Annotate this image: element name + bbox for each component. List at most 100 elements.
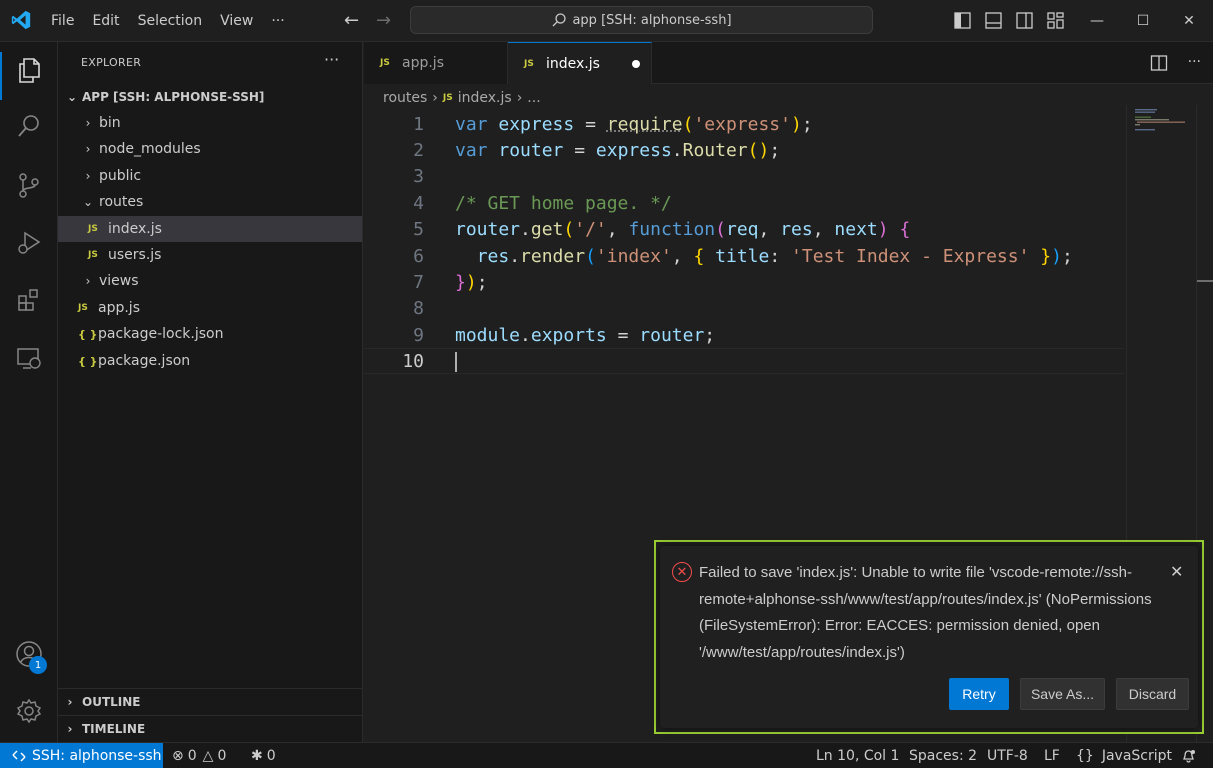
tree-item-label: views — [99, 273, 139, 289]
discard-button[interactable]: Discard — [1116, 678, 1189, 710]
retry-button[interactable]: Retry — [949, 678, 1009, 710]
tree-item-bin[interactable]: › bin — [58, 110, 362, 136]
timeline-section[interactable]: › TIMELINE — [58, 715, 362, 741]
language-mode[interactable]: {} JavaScript — [1076, 743, 1172, 768]
tree-item-views[interactable]: › views — [58, 268, 362, 294]
extensions-icon[interactable] — [13, 284, 45, 316]
toggle-secondary-sidebar-icon[interactable] — [1015, 11, 1034, 30]
more-actions-icon[interactable]: ··· — [1188, 54, 1201, 72]
command-center-search[interactable]: app [SSH: alphonse-ssh] — [410, 6, 873, 34]
activity-bar: 1 — [0, 42, 58, 742]
breadcrumb-folder[interactable]: routes — [383, 90, 427, 106]
outline-label: OUTLINE — [82, 694, 141, 709]
tree-item-package-json[interactable]: { } package.json — [58, 348, 362, 374]
breadcrumb-file[interactable]: index.js — [458, 90, 512, 106]
encoding[interactable]: UTF-8 — [987, 743, 1028, 768]
unsaved-dot-icon[interactable] — [631, 59, 640, 68]
tab-index-js[interactable]: JS index.js — [508, 42, 652, 84]
search-view-icon[interactable] — [13, 110, 45, 142]
code-text: var router = express.Router(); — [455, 139, 781, 161]
menu-view[interactable]: View — [211, 0, 262, 42]
remote-indicator[interactable]: SSH: alphonse-ssh — [0, 743, 163, 768]
toggle-primary-sidebar-icon[interactable] — [953, 11, 972, 30]
tree-item-routes[interactable]: ⌄ routes — [58, 189, 362, 215]
minimize-icon[interactable]: — — [1074, 0, 1120, 42]
chevron-down-icon: ⌄ — [66, 90, 78, 104]
code-comment: /* GET home page. */ — [455, 192, 672, 214]
breadcrumb-symbol[interactable]: ... — [527, 90, 540, 106]
code-line: 8 — [364, 295, 1124, 321]
active-indicator — [0, 52, 2, 100]
broadcast-icon: ✱ — [251, 748, 263, 764]
run-debug-icon[interactable] — [13, 226, 45, 258]
menu-file[interactable]: File — [42, 0, 83, 42]
source-control-icon[interactable] — [13, 169, 45, 201]
accounts-badge: 1 — [29, 656, 47, 674]
notifications-bell-icon[interactable] — [1181, 743, 1196, 768]
chevron-down-icon: ⌄ — [82, 195, 94, 209]
timeline-label: TIMELINE — [82, 721, 146, 736]
js-file-icon: JS — [78, 303, 88, 313]
tree-item-index-js[interactable]: JS index.js — [58, 216, 362, 242]
explorer-more-actions-icon[interactable]: ··· — [324, 50, 339, 69]
workspace-root[interactable]: ⌄ APP [SSH: ALPHONSE-SSH] — [58, 84, 362, 110]
cursor-position[interactable]: Ln 10, Col 1 — [816, 743, 899, 768]
maximize-icon[interactable]: ☐ — [1120, 0, 1166, 42]
menu-more[interactable]: ··· — [262, 0, 293, 42]
menu-edit[interactable]: Edit — [83, 0, 128, 42]
error-count: 0 — [187, 748, 197, 764]
line-number: 6 — [413, 245, 424, 267]
error-count-icon: ⊗ — [172, 748, 184, 764]
split-editor-icon[interactable] — [1150, 54, 1168, 72]
close-notification-icon[interactable]: ✕ — [1170, 562, 1183, 581]
indentation[interactable]: Spaces: 2 — [909, 743, 977, 768]
outline-section[interactable]: › OUTLINE — [58, 688, 362, 714]
tab-bar: JS app.js JS index.js ··· — [364, 42, 1213, 84]
tree-item-label: index.js — [108, 221, 162, 237]
tree-item-label: node_modules — [99, 141, 201, 157]
back-arrow-icon[interactable]: ← — [344, 10, 359, 31]
tree-item-users-js[interactable]: JS users.js — [58, 242, 362, 268]
line-number: 8 — [413, 297, 424, 319]
close-window-icon[interactable]: ✕ — [1166, 0, 1212, 42]
line-number: 3 — [413, 165, 424, 187]
editor-actions: ··· — [1150, 54, 1201, 72]
code-line: 3 — [364, 163, 1124, 189]
tree-item-label: public — [99, 168, 142, 184]
customize-layout-icon[interactable] — [1046, 11, 1065, 30]
forward-arrow-icon[interactable]: → — [376, 10, 391, 31]
chevron-right-icon: › — [85, 142, 91, 156]
settings-gear-icon[interactable] — [13, 695, 45, 727]
title-bar: File Edit Selection View ··· ← → app [SS… — [0, 0, 1213, 42]
menu-selection[interactable]: Selection — [129, 0, 212, 42]
js-file-icon: JS — [442, 93, 453, 103]
end-of-line[interactable]: LF — [1044, 743, 1060, 768]
tree-item-label: routes — [99, 194, 144, 210]
explorer-icon[interactable] — [13, 54, 45, 86]
save-as-button[interactable]: Save As... — [1020, 678, 1105, 710]
warning-icon: △ — [202, 748, 214, 764]
notification-message: Failed to save 'index.js': Unable to wri… — [699, 564, 1152, 661]
problems-indicator[interactable]: ⊗ 0 △ 0 — [172, 743, 226, 768]
tree-item-label: users.js — [108, 247, 162, 263]
chevron-right-icon: › — [85, 169, 91, 183]
tree-item-public[interactable]: › public — [58, 163, 362, 189]
line-number: 7 — [413, 271, 424, 293]
tree-item-node-modules[interactable]: › node_modules — [58, 136, 362, 162]
braces-icon: {} — [1076, 748, 1094, 764]
tab-label: index.js — [546, 55, 600, 72]
tree-item-package-lock-json[interactable]: { } package-lock.json — [58, 321, 362, 347]
code-line: 1 var express = require('express'); — [364, 111, 1124, 137]
minimap-preview — [1135, 109, 1185, 131]
chevron-right-icon: › — [85, 116, 91, 130]
remote-explorer-icon[interactable] — [13, 342, 45, 374]
tree-item-label: package-lock.json — [98, 326, 224, 342]
toggle-panel-icon[interactable] — [984, 11, 1003, 30]
ports-count: 0 — [266, 748, 276, 764]
tab-app-js[interactable]: JS app.js — [364, 42, 508, 84]
explorer-title: EXPLORER — [81, 56, 142, 69]
tree-item-app-js[interactable]: JS app.js — [58, 295, 362, 321]
code-line: 4 /* GET home page. */ — [364, 190, 1124, 216]
ports-indicator[interactable]: ✱ 0 — [251, 743, 276, 768]
text-cursor — [455, 352, 457, 372]
